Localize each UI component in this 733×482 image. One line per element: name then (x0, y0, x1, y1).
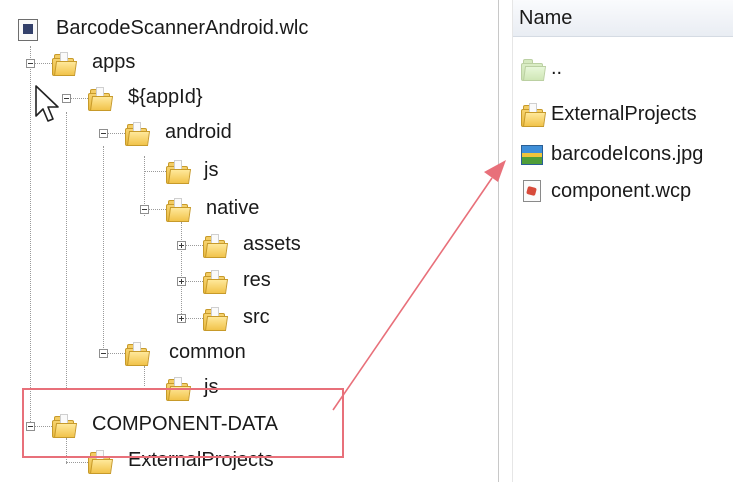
file-row-label: .. (551, 57, 563, 79)
tree-line (181, 222, 182, 318)
component-file-icon (523, 180, 541, 202)
folder-icon (203, 234, 229, 258)
tree-line (30, 46, 31, 428)
tree-item-label: common (169, 341, 246, 363)
tree-root-item[interactable]: BarcodeScannerAndroid.wlc (18, 14, 398, 46)
mouse-pointer-icon (35, 85, 59, 122)
file-list-pane: Name .. ExternalProjects barcodeIcons.jp… (513, 0, 733, 482)
file-row-component-wcp[interactable]: component.wcp (513, 173, 733, 211)
tree-item-common[interactable]: common (125, 338, 285, 370)
tree-line (103, 146, 104, 356)
collapse-toggle-icon[interactable] (99, 349, 108, 358)
expand-toggle-icon[interactable] (177, 314, 186, 323)
folder-icon (125, 342, 151, 366)
folder-icon (203, 307, 229, 331)
tree-item-appid[interactable]: ${appId} (88, 83, 238, 115)
collapse-toggle-icon[interactable] (140, 205, 149, 214)
column-header-label: Name (519, 7, 573, 29)
file-row-label: component.wcp (551, 180, 692, 202)
collapse-toggle-icon[interactable] (99, 129, 108, 138)
tree-item-label: apps (92, 51, 136, 73)
tree-item-label: res (243, 269, 271, 291)
tree-line (144, 171, 166, 172)
image-file-icon (521, 145, 543, 165)
tree-item-android[interactable]: android (125, 118, 275, 150)
folder-icon (203, 270, 229, 294)
column-header-name[interactable]: Name (513, 0, 733, 37)
tree-item-label: src (243, 306, 270, 328)
file-row-barcodeicons[interactable]: barcodeIcons.jpg (513, 136, 733, 174)
tree-item-src[interactable]: src (203, 303, 313, 335)
file-row-label: ExternalProjects (551, 103, 697, 125)
folder-icon (52, 52, 78, 76)
folder-icon (166, 198, 192, 222)
folder-icon (521, 103, 547, 127)
folder-tree: BarcodeScannerAndroid.wlc apps ${appId} … (0, 0, 495, 482)
folder-icon (125, 122, 151, 146)
file-row-label: barcodeIcons.jpg (551, 143, 704, 165)
tree-item-assets[interactable]: assets (203, 230, 333, 262)
tree-item-js[interactable]: js (166, 156, 256, 188)
tree-line (66, 112, 67, 388)
parent-folder-icon (521, 57, 547, 81)
collapse-toggle-icon[interactable] (62, 94, 71, 103)
file-row-parent[interactable]: .. (513, 50, 733, 88)
expand-toggle-icon[interactable] (177, 241, 186, 250)
highlight-box (22, 388, 344, 458)
tree-item-label: assets (243, 233, 301, 255)
pane-divider[interactable] (498, 0, 499, 482)
collapse-toggle-icon[interactable] (26, 59, 35, 68)
tree-root-label: BarcodeScannerAndroid.wlc (56, 17, 309, 39)
tree-item-label: ${appId} (128, 86, 203, 108)
tree-line (66, 462, 88, 463)
tree-item-native[interactable]: native (166, 194, 306, 226)
file-row-externalprojects[interactable]: ExternalProjects (513, 96, 733, 134)
expand-toggle-icon[interactable] (177, 277, 186, 286)
tree-item-apps[interactable]: apps (52, 48, 172, 80)
tree-item-res[interactable]: res (203, 266, 313, 298)
folder-icon (88, 87, 114, 111)
tree-item-label: native (206, 197, 260, 219)
project-file-icon (18, 19, 38, 41)
folder-icon (166, 160, 192, 184)
tree-item-label: js (204, 159, 219, 181)
tree-item-label: android (165, 121, 232, 143)
